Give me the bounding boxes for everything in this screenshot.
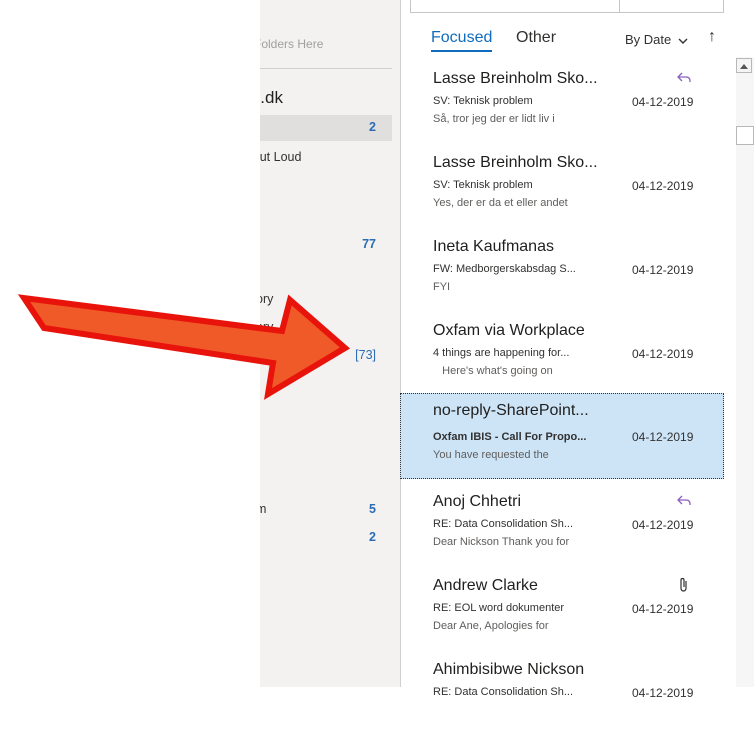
chevron-down-icon xyxy=(678,38,688,44)
message-item[interactable]: Andrew Clarke RE: EOL word dokumenter 04… xyxy=(400,569,724,653)
message-list: Focused Other By Date ↑ Lasse Breinholm … xyxy=(400,0,724,700)
message-subject: SV: Teknisk problem xyxy=(433,179,533,191)
message-item[interactable]: Ahimbisibwe Nickson RE: Data Consolidati… xyxy=(400,653,724,737)
message-preview: Dear Ane, Apologies for xyxy=(433,620,549,632)
message-sender: Lasse Breinholm Sko... xyxy=(433,70,598,87)
message-sender: Andrew Clarke xyxy=(433,577,538,594)
scroll-up-button[interactable] xyxy=(736,58,752,73)
message-sender: Oxfam via Workplace xyxy=(433,322,585,339)
message-preview: Here's what's going on xyxy=(433,365,553,377)
message-subject: 4 things are happening for... xyxy=(433,347,570,359)
message-date: 04-12-2019 xyxy=(632,602,694,616)
message-item-selected[interactable]: no-reply-SharePoint... Oxfam IBIS - Call… xyxy=(400,393,724,479)
message-item[interactable]: Anoj Chhetri RE: Data Consolidation Sh..… xyxy=(400,485,724,569)
sort-by-date-button[interactable]: By Date xyxy=(625,32,688,47)
folder-count-2: 2 xyxy=(369,530,376,544)
folder-count-73: [73] xyxy=(355,348,376,362)
folder-item-history-1[interactable]: ory xyxy=(260,292,273,306)
message-sender: Lasse Breinholm Sko... xyxy=(433,154,598,171)
folder-item-history-2[interactable]: ory xyxy=(260,320,273,334)
message-item[interactable]: Lasse Breinholm Sko... SV: Teknisk probl… xyxy=(400,146,724,230)
message-item[interactable]: Oxfam via Workplace 4 things are happeni… xyxy=(400,314,724,398)
message-date: 04-12-2019 xyxy=(632,347,694,361)
message-date: 04-12-2019 xyxy=(632,179,694,193)
folder-item-m[interactable]: m xyxy=(260,502,266,516)
account-name[interactable]: is.dk xyxy=(260,88,283,108)
reply-icon xyxy=(677,72,691,82)
tab-other[interactable]: Other xyxy=(516,29,556,47)
tab-focused[interactable]: Focused xyxy=(431,29,493,52)
paperclip-icon xyxy=(680,577,687,592)
message-preview: You have requested the xyxy=(433,449,549,461)
folder-item-out-loud[interactable]: Out Loud xyxy=(260,150,301,164)
message-item[interactable]: Ineta Kaufmanas FW: Medborgerskabsdag S.… xyxy=(400,230,724,314)
triangle-up-icon xyxy=(740,63,748,69)
sort-label: By Date xyxy=(625,32,672,47)
message-sender: Ahimbisibwe Nickson xyxy=(433,661,585,678)
sort-direction-button[interactable]: ↑ xyxy=(708,28,716,46)
message-item[interactable]: Lasse Breinholm Sko... SV: Teknisk probl… xyxy=(400,62,724,146)
message-subject: RE: Data Consolidation Sh... xyxy=(433,518,574,530)
message-subject: RE: Data Consolidation Sh... xyxy=(433,686,574,698)
scroll-thumb[interactable] xyxy=(736,126,754,145)
message-date: 04-12-2019 xyxy=(632,95,694,109)
blank-area xyxy=(0,0,260,687)
message-subject: FW: Medborgerskabsdag S... xyxy=(433,263,576,275)
scrollbar[interactable] xyxy=(736,57,754,687)
message-preview: Dear Nickson Thank you for xyxy=(433,536,570,548)
message-date: 04-12-2019 xyxy=(632,518,694,532)
reply-icon xyxy=(677,495,691,505)
message-sender: Anoj Chhetri xyxy=(433,493,522,510)
message-date: 04-12-2019 xyxy=(632,686,694,700)
message-sender: Ineta Kaufmanas xyxy=(433,238,554,255)
message-subject: RE: EOL word dokumenter xyxy=(433,602,565,614)
message-subject: SV: Teknisk problem xyxy=(433,95,533,107)
message-preview: FYI xyxy=(433,281,451,293)
message-subject: Oxfam IBIS - Call For Propo... xyxy=(433,431,587,443)
message-date: 04-12-2019 xyxy=(632,430,694,444)
folder-inbox-count: 2 xyxy=(369,120,376,134)
favorites-hint: e Folders Here xyxy=(260,37,324,51)
folder-count-5: 5 xyxy=(369,502,376,516)
folder-divider xyxy=(260,68,392,69)
folder-count-77: 77 xyxy=(362,237,376,251)
message-preview: Yes, der er da et eller andet xyxy=(433,197,568,209)
message-preview: Så, tror jeg der er lidt liv i xyxy=(433,113,555,125)
message-sender: no-reply-SharePoint... xyxy=(433,402,589,419)
folder-pane: e Folders Here is.dk 2 Out Loud 77 ory o… xyxy=(260,0,401,687)
message-date: 04-12-2019 xyxy=(632,263,694,277)
